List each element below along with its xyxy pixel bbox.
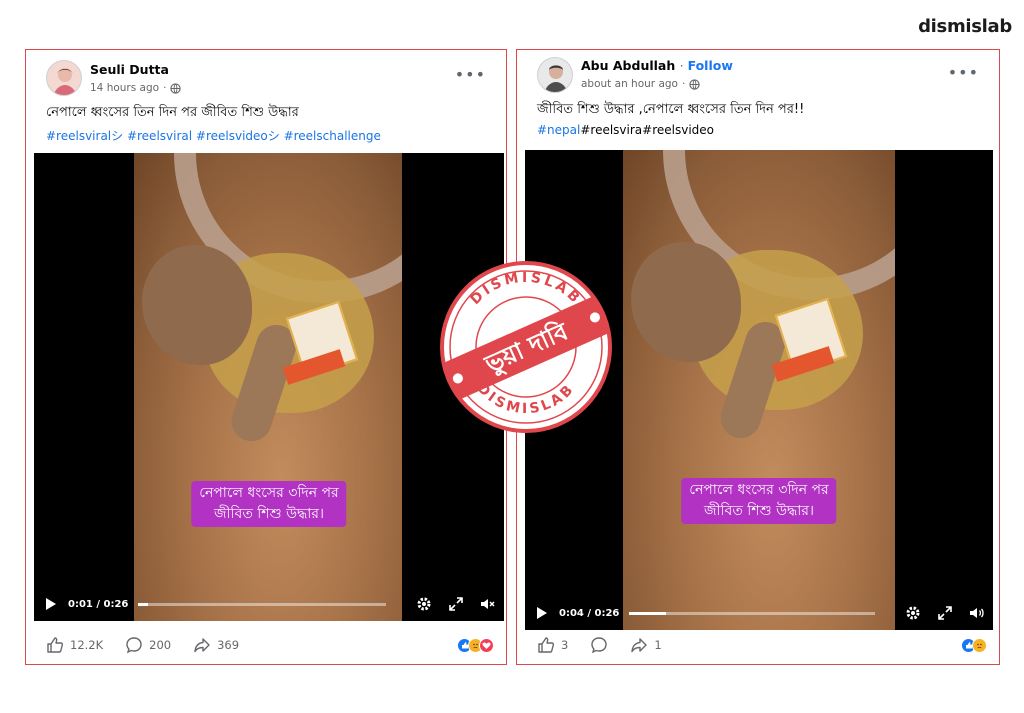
progress-fill: [138, 602, 149, 606]
subtitle-line-2: জীবিত শিশু উদ্ধার।: [213, 506, 325, 522]
settings-gear-icon[interactable]: [905, 605, 921, 621]
post-header: Seuli Dutta 14 hours ago · •••: [26, 50, 506, 102]
share-icon: [194, 638, 210, 653]
post-meta: 14 hours ago ·: [90, 82, 182, 94]
thumbs-up-icon: [47, 637, 64, 653]
video-player[interactable]: নেপালে ধংসের ৩দিন পর জীবিত শিশু উদ্ধার। …: [34, 153, 504, 621]
share-count: 369: [217, 638, 240, 652]
author-name[interactable]: Seuli Dutta: [90, 62, 169, 77]
video-time: 0:04 / 0:26: [559, 607, 620, 619]
video-time: 0:01 / 0:26: [68, 598, 129, 610]
progress-fill: [629, 611, 667, 615]
sad-icon: [972, 637, 987, 653]
reaction-summary[interactable]: [457, 637, 494, 653]
post-time[interactable]: 14 hours ago: [90, 82, 159, 94]
post-hashtags[interactable]: #reelsviralシ #reelsviral #reelsvideoシ #r…: [46, 127, 496, 144]
child-head: [142, 245, 252, 365]
comment-button[interactable]: 200: [125, 636, 171, 654]
avatar-photo-icon: [53, 68, 77, 95]
play-icon[interactable]: [46, 598, 56, 610]
comment-icon: [591, 637, 608, 654]
reaction-summary[interactable]: [961, 637, 987, 653]
like-count: 3: [561, 638, 569, 652]
like-count: 12.2K: [70, 638, 104, 652]
child-head: [631, 242, 741, 362]
video-frame: [623, 150, 895, 630]
share-count: 1: [654, 638, 662, 652]
comment-button[interactable]: [590, 636, 608, 654]
avatar[interactable]: [537, 57, 573, 93]
avatar-photo-icon: [544, 65, 568, 92]
meta-dot: ·: [163, 82, 167, 94]
author-name-text[interactable]: Abu Abdullah: [581, 58, 675, 73]
fullscreen-icon[interactable]: [448, 596, 464, 612]
hashtag-text: #reelsvira#reelsvideo: [580, 123, 715, 137]
progress-bar[interactable]: [629, 611, 875, 615]
meta-dot: ·: [681, 78, 686, 90]
fullscreen-icon[interactable]: [937, 605, 953, 621]
comment-count: 200: [149, 638, 172, 652]
share-button[interactable]: 1: [630, 636, 662, 654]
share-button[interactable]: 369: [193, 636, 239, 654]
video-subtitle: নেপালে ধংসের ৩দিন পর জীবিত শিশু উদ্ধার।: [681, 478, 837, 524]
post-meta: about an hour ago ·: [581, 78, 701, 90]
post-hashtags[interactable]: #nepal#reelsvira#reelsvideo: [537, 123, 989, 137]
progress-bar[interactable]: [138, 602, 386, 606]
more-options-icon[interactable]: •••: [455, 67, 486, 83]
more-options-icon[interactable]: •••: [948, 65, 979, 81]
volume-icon[interactable]: [969, 605, 985, 621]
follow-button[interactable]: Follow: [688, 58, 733, 73]
post-actions: 3 1: [517, 626, 999, 664]
post-caption: নেপালে ধ্বংসের তিন দিন পর জীবিত শিশু উদ্…: [46, 105, 299, 120]
subtitle-line-1: নেপালে ধংসের ৩দিন পর: [199, 485, 339, 501]
hashtag-link[interactable]: #nepal: [537, 123, 580, 137]
meta-dot: ·: [679, 58, 688, 73]
fake-claim-stamp: DISMISLAB DISMISLAB ভুয়া দাবি: [440, 261, 612, 433]
volume-muted-icon[interactable]: [480, 596, 496, 612]
subtitle-line-2: জীবিত শিশু উদ্ধার।: [703, 503, 815, 519]
post-header: Abu Abdullah · Follow about an hour ago …: [517, 50, 999, 102]
love-icon: [479, 637, 494, 653]
post-time[interactable]: about an hour ago: [581, 78, 678, 90]
post-actions: 12.2K 200 369: [26, 626, 506, 664]
video-controls: 0:04 / 0:26: [525, 596, 993, 630]
video-subtitle: নেপালে ধংসের ৩দিন পর জীবিত শিশু উদ্ধার।: [191, 481, 347, 527]
video-frame: [134, 153, 402, 621]
author-name[interactable]: Abu Abdullah · Follow: [581, 58, 733, 73]
share-icon: [631, 638, 648, 653]
settings-gear-icon[interactable]: [416, 596, 432, 612]
facebook-post-left: Seuli Dutta 14 hours ago · ••• নেপালে ধ্…: [25, 49, 507, 665]
comment-icon: [126, 637, 142, 654]
thumbs-up-icon: [538, 637, 555, 653]
globe-icon: [689, 78, 701, 90]
brand-logo: dismislab: [918, 16, 1012, 37]
globe-icon: [170, 82, 182, 94]
like-button[interactable]: 3: [537, 636, 568, 654]
video-controls: 0:01 / 0:26: [34, 587, 504, 621]
play-icon[interactable]: [537, 607, 547, 619]
post-caption: জীবিত শিশু উদ্ধার ,নেপালে ধ্বংসের তিন দি…: [537, 102, 805, 117]
like-button[interactable]: 12.2K: [46, 636, 103, 654]
avatar[interactable]: [46, 60, 82, 96]
subtitle-line-1: নেপালে ধংসের ৩দিন পর: [689, 482, 829, 498]
